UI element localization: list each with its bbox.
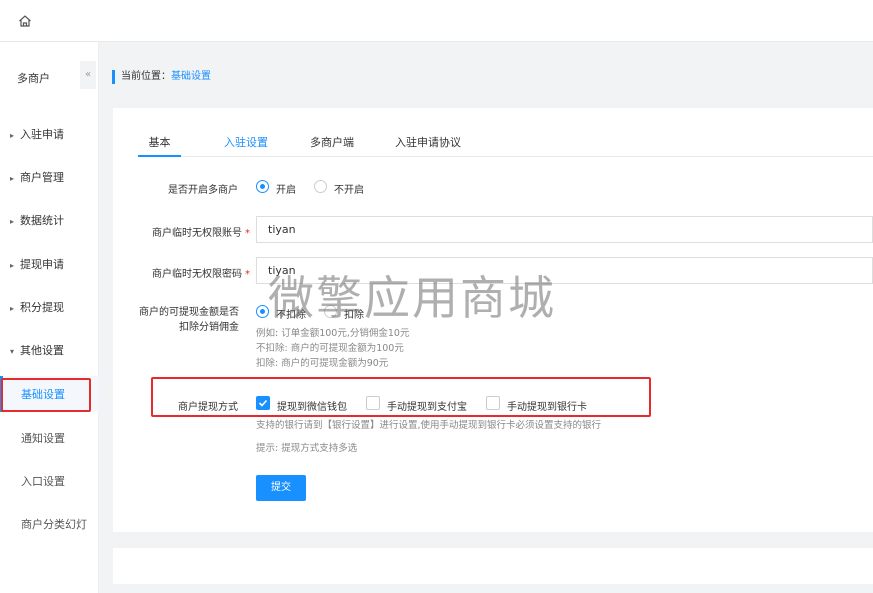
breadcrumb-prefix: 当前位置：: [121, 71, 171, 82]
sidebar-group-label: 其他设置: [20, 344, 64, 357]
highlight-box-sidebar: [1, 378, 91, 412]
settings-card: 基本 入驻设置 多商户端 入驻申请协议 是否开启多商户 开启 不开启 商户临时无…: [113, 108, 873, 532]
sidebar-item-entry-settings[interactable]: 入口设置: [21, 473, 65, 489]
caret-right-icon: ▸: [10, 217, 15, 226]
password-label-text: 商户临时无权限密码: [152, 269, 242, 280]
top-bar: [0, 0, 873, 42]
deduct-label-line2: 扣除分销佣金: [179, 322, 239, 333]
deduct-label: 商户的可提现金额是否 扣除分销佣金: [139, 305, 239, 335]
sidebar-group-label: 商户管理: [20, 171, 64, 184]
account-label: 商户临时无权限账号 *: [152, 224, 250, 239]
breadcrumb: 当前位置：基础设置: [112, 70, 211, 84]
required-mark: *: [245, 269, 250, 280]
radio-enable-on-label[interactable]: 开启: [276, 181, 296, 196]
radio-enable-off[interactable]: [314, 180, 327, 193]
radio-no-deduct[interactable]: [256, 305, 269, 318]
secondary-card: [113, 548, 873, 584]
sidebar-group-withdraw-apply[interactable]: ▸ 提现申请: [10, 256, 64, 272]
sidebar-item-notify-settings[interactable]: 通知设置: [21, 430, 65, 446]
home-icon[interactable]: [17, 13, 33, 29]
submit-button[interactable]: 提交: [256, 475, 306, 501]
tab-basic[interactable]: 基本: [138, 134, 181, 157]
sidebar-group-label: 数据统计: [20, 214, 64, 227]
highlight-box-withdraw: [151, 377, 651, 417]
deduct-help-2: 不扣除: 商户的可提现金额为100元: [256, 343, 404, 354]
collapse-icon[interactable]: «: [80, 61, 96, 89]
deduct-help-1: 例如: 订单金额100元,分销佣金10元: [256, 328, 410, 339]
sidebar-title: 多商户: [17, 72, 50, 85]
password-label: 商户临时无权限密码 *: [152, 265, 250, 280]
sidebar-group-statistics[interactable]: ▸ 数据统计: [10, 212, 64, 228]
withdraw-help-2: 提示: 提现方式支持多选: [256, 443, 358, 454]
password-input[interactable]: tiyan: [256, 257, 873, 284]
required-mark: *: [245, 228, 250, 239]
sidebar-group-join-apply[interactable]: ▸ 入驻申请: [10, 126, 64, 142]
caret-down-icon: ▾: [10, 347, 15, 356]
sidebar-group-label: 入驻申请: [20, 128, 64, 141]
caret-right-icon: ▸: [10, 131, 15, 140]
sidebar-group-merchant-manage[interactable]: ▸ 商户管理: [10, 169, 64, 185]
deduct-help-3: 扣除: 商户的可提现金额为90元: [256, 358, 389, 369]
sidebar-item-category-slides[interactable]: 商户分类幻灯: [21, 516, 87, 532]
tab-join-agreement[interactable]: 入驻申请协议: [395, 134, 461, 157]
account-input[interactable]: tiyan: [256, 216, 873, 243]
radio-enable-on[interactable]: [256, 180, 269, 193]
tab-join-settings[interactable]: 入驻设置: [224, 134, 268, 157]
caret-right-icon: ▸: [10, 261, 15, 270]
caret-right-icon: ▸: [10, 304, 15, 313]
breadcrumb-current[interactable]: 基础设置: [171, 71, 211, 82]
radio-no-deduct-label[interactable]: 不扣除: [276, 306, 306, 321]
account-label-text: 商户临时无权限账号: [152, 228, 242, 239]
caret-right-icon: ▸: [10, 174, 15, 183]
sidebar-group-other-settings[interactable]: ▾ 其他设置: [10, 342, 64, 358]
tab-merchant-side[interactable]: 多商户端: [310, 134, 354, 157]
deduct-label-line1: 商户的可提现金额是否: [139, 307, 239, 318]
radio-enable-off-label[interactable]: 不开启: [334, 181, 364, 196]
sidebar-group-points-withdraw[interactable]: ▸ 积分提现: [10, 299, 64, 315]
sidebar-group-label: 提现申请: [20, 258, 64, 271]
sidebar: 多商户 « ▸ 入驻申请 ▸ 商户管理 ▸ 数据统计 ▸ 提现申请 ▸ 积分提现 ▾ 其他设…: [0, 42, 99, 593]
breadcrumb-bar: 当前位置：基础设置: [99, 42, 873, 108]
enable-label: 是否开启多商户: [168, 185, 238, 196]
radio-deduct[interactable]: [324, 305, 337, 318]
tab-bar: 基本 入驻设置 多商户端 入驻申请协议: [138, 134, 873, 157]
sidebar-group-label: 积分提现: [20, 301, 64, 314]
radio-deduct-label[interactable]: 扣除: [344, 306, 364, 321]
withdraw-help-1: 支持的银行请到【银行设置】进行设置,使用手动提现到银行卡必须设置支持的银行: [256, 420, 602, 431]
